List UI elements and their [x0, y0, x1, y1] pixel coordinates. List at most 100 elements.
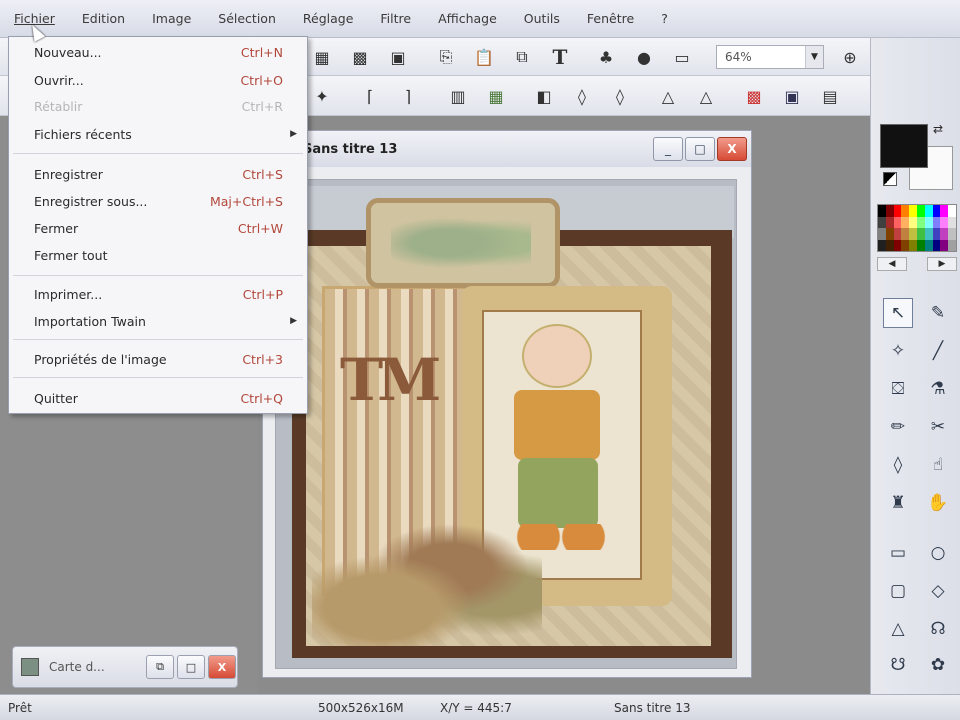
text-tool-icon[interactable]: T [546, 44, 574, 70]
minimized-window-title: Carte d... [49, 660, 105, 674]
menu-help[interactable]: ? [661, 11, 668, 26]
flip-icon[interactable]: ▦ [482, 83, 510, 109]
card-artwork: TM [282, 186, 734, 664]
triangle-tool-icon[interactable]: △ [883, 614, 913, 644]
drop-tool-icon[interactable]: ◊ [883, 450, 913, 480]
menu-bar: Fichier Edition Image Sélection Réglage … [0, 0, 960, 38]
canvas[interactable]: TM [275, 179, 737, 669]
status-text: Prêt [8, 701, 32, 715]
file-menu-dropdown: Nouveau... Ctrl+N Ouvrir... Ctrl+O Rétab… [8, 36, 308, 414]
grid-icon[interactable]: ▩ [346, 44, 374, 70]
stamp-tool-icon[interactable]: ♜ [883, 488, 913, 518]
foreground-color-swatch[interactable] [880, 124, 928, 168]
paste-icon[interactable]: 📋 [470, 44, 498, 70]
maximize-button[interactable]: □ [685, 137, 715, 161]
pointer-tool-icon[interactable]: ↖ [883, 298, 913, 328]
menu-item-enregistrer-sous[interactable]: Enregistrer sous... Maj+Ctrl+S [9, 190, 307, 212]
triangle-outline-icon[interactable]: △ [692, 83, 720, 109]
menu-item-fermer[interactable]: Fermer Ctrl+W [9, 217, 307, 239]
tree-icon[interactable]: ♣ [592, 44, 620, 70]
menu-item-quitter[interactable]: Quitter Ctrl+Q [9, 387, 307, 409]
cursor-coordinates: X/Y = 445:7 [440, 701, 512, 715]
document-window: Sans titre 13 _ □ X TM [262, 130, 752, 678]
menu-selection[interactable]: Sélection [218, 11, 276, 26]
menu-separator [13, 377, 303, 378]
zoom-in-icon[interactable]: ⊕ [836, 44, 864, 70]
color-palette[interactable] [877, 204, 957, 252]
status-bar: Prêt 500x526x16M X/Y = 445:7 Sans titre … [0, 694, 960, 720]
rotate-left-icon[interactable]: ⌈ [356, 83, 384, 109]
menu-item-fichiers-recents[interactable]: Fichiers récents ▶ [9, 123, 307, 145]
menu-outils[interactable]: Outils [524, 11, 560, 26]
menu-item-imprimer[interactable]: Imprimer... Ctrl+P [9, 283, 307, 305]
drop-dark-icon[interactable]: ◊ [606, 83, 634, 109]
palette-next-icon[interactable]: ▶ [927, 257, 957, 271]
colors-icon[interactable]: ▩ [740, 83, 768, 109]
lasso-tool-icon[interactable]: ☊ [923, 614, 953, 644]
effects-tool-icon[interactable]: ✿ [923, 650, 953, 680]
contrast-icon[interactable]: ◧ [530, 83, 558, 109]
menu-item-importation-twain[interactable]: Importation Twain ▶ [9, 310, 307, 332]
menu-affichage[interactable]: Affichage [438, 11, 497, 26]
menu-item-enregistrer[interactable]: Enregistrer Ctrl+S [9, 163, 307, 185]
ellipse-tool-icon[interactable]: ○ [923, 538, 953, 568]
drop-icon[interactable]: ● [630, 44, 658, 70]
mirror-icon[interactable]: ▥ [444, 83, 472, 109]
close-button[interactable]: X [208, 655, 236, 679]
image-dimensions: 500x526x16M [318, 701, 404, 715]
freeform-tool-icon[interactable]: ☋ [883, 650, 913, 680]
menu-edition[interactable]: Edition [82, 11, 125, 26]
magic-wand-tool-icon[interactable]: ✧ [883, 336, 913, 366]
menu-separator [13, 339, 303, 340]
copy-icon[interactable]: ⎘ [432, 44, 460, 70]
triangle-icon[interactable]: △ [654, 83, 682, 109]
reset-colors-icon[interactable] [883, 172, 897, 186]
menu-item-nouveau[interactable]: Nouveau... Ctrl+N [9, 41, 307, 63]
menu-separator [13, 153, 303, 154]
new-icon[interactable]: ▦ [308, 44, 336, 70]
submenu-arrow-icon: ▶ [290, 129, 297, 139]
save-icon[interactable]: ▣ [384, 44, 412, 70]
effects-icon[interactable]: ✦ [308, 83, 336, 109]
smudge-tool-icon[interactable]: ☝ [923, 450, 953, 480]
fill-tool-icon[interactable]: ⛋ [883, 374, 913, 404]
submenu-arrow-icon: ▶ [290, 316, 297, 326]
zoom-select[interactable]: 64% ▼ [716, 45, 824, 69]
brush-tool-icon[interactable]: ✏ [883, 412, 913, 442]
hand-tool-icon[interactable]: ✋ [923, 488, 953, 518]
maximize-button[interactable]: □ [177, 655, 205, 679]
restore-button[interactable]: ⧉ [146, 655, 174, 679]
palette-prev-icon[interactable]: ◀ [877, 257, 907, 271]
clone-tool-icon[interactable]: ✂ [923, 412, 953, 442]
diamond-tool-icon[interactable]: ◇ [923, 576, 953, 606]
image-icon [21, 658, 39, 676]
minimized-window[interactable]: Carte d... ⧉ □ X [12, 646, 238, 688]
line-tool-icon[interactable]: ╱ [923, 336, 953, 366]
filter-icon[interactable]: ▤ [816, 83, 844, 109]
spray-tool-icon[interactable]: ⚗ [923, 374, 953, 404]
menu-item-ouvrir[interactable]: Ouvrir... Ctrl+O [9, 69, 307, 91]
tm-logo-art: TM [340, 346, 441, 414]
chevron-down-icon[interactable]: ▼ [805, 46, 823, 68]
swap-colors-icon[interactable]: ⇄ [933, 122, 943, 136]
menu-item-retablir: Rétablir Ctrl+R [34, 98, 283, 114]
zoom-value: 64% [725, 50, 752, 64]
window-icon[interactable]: ▭ [668, 44, 696, 70]
eyedropper-tool-icon[interactable]: ✎ [923, 298, 953, 328]
rotate-right-icon[interactable]: ⌉ [394, 83, 422, 109]
palette-icon[interactable]: ▣ [778, 83, 806, 109]
document-name: Sans titre 13 [614, 701, 691, 715]
minimize-button[interactable]: _ [653, 137, 683, 161]
menu-item-proprietes-image[interactable]: Propriétés de l'image Ctrl+3 [9, 348, 307, 370]
menu-fenetre[interactable]: Fenêtre [587, 11, 634, 26]
menu-filtre[interactable]: Filtre [380, 11, 411, 26]
drop-light-icon[interactable]: ◊ [568, 83, 596, 109]
close-button[interactable]: X [717, 137, 747, 161]
menu-image[interactable]: Image [152, 11, 191, 26]
menu-item-fermer-tout[interactable]: Fermer tout [9, 244, 307, 266]
tools-panel: ⇄ ◀ ▶ ↖ ✎ ✧ ╱ ⛋ ⚗ ✏ ✂ ◊ ☝ ♜ ✋ ▭ ○ ▢ ◇ △ … [870, 38, 960, 694]
rounded-rect-tool-icon[interactable]: ▢ [883, 576, 913, 606]
rectangle-tool-icon[interactable]: ▭ [883, 538, 913, 568]
stamp-icon[interactable]: ⧉ [508, 44, 536, 70]
menu-reglage[interactable]: Réglage [303, 11, 354, 26]
